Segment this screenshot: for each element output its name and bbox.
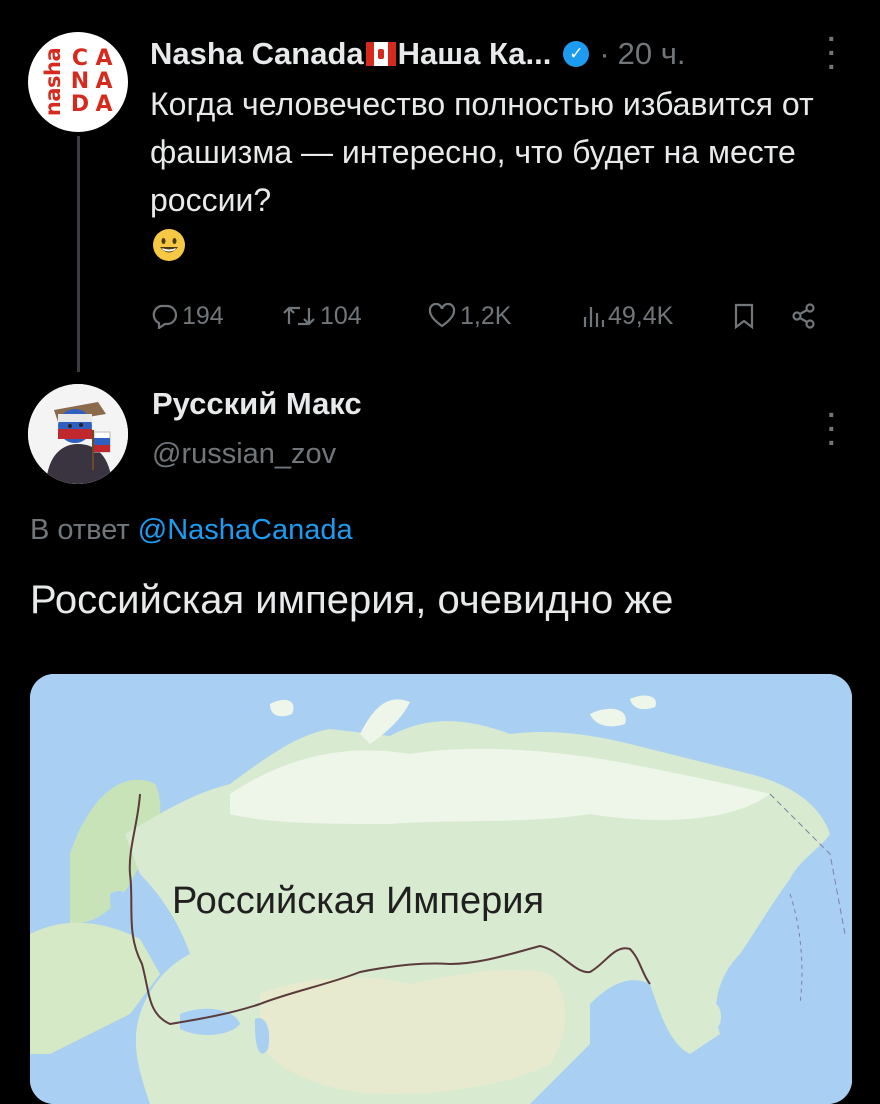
- author-name-suffix[interactable]: Наша Ка...: [398, 36, 552, 72]
- canada-flag-icon: [365, 42, 396, 66]
- like-button[interactable]: 1,2K: [428, 296, 511, 336]
- share-icon: [792, 303, 815, 329]
- nasha-canada-avatar[interactable]: nasha CA NA DA: [28, 32, 128, 132]
- repost-button[interactable]: 104: [282, 296, 362, 336]
- bookmark-button[interactable]: [732, 296, 756, 336]
- views-count: 49,4K: [608, 301, 674, 330]
- tweet1-action-bar: 194 104 1,2K 49,4K: [150, 296, 840, 336]
- share-button[interactable]: [790, 296, 818, 336]
- author-name[interactable]: Nasha Canada: [150, 36, 364, 72]
- map-label: Российская Империя: [172, 880, 545, 922]
- reply-button[interactable]: 194: [150, 296, 224, 336]
- header-separator: ·: [599, 36, 610, 71]
- map-image[interactable]: Российская Империя: [30, 674, 852, 1104]
- reply-mention-link[interactable]: @NashaCanada: [138, 514, 353, 546]
- reply-icon: [152, 304, 178, 329]
- repost-icon: [283, 306, 315, 326]
- avatar-canada-letters: CA NA DA: [70, 46, 113, 117]
- like-count: 1,2K: [460, 301, 512, 330]
- reply-author-handle[interactable]: @russian_zov: [152, 438, 336, 471]
- reply-count: 194: [182, 301, 224, 330]
- repost-count: 104: [320, 301, 362, 330]
- views-button[interactable]: 49,4K: [582, 296, 673, 336]
- russian-max-avatar[interactable]: [28, 384, 128, 484]
- reply-context: В ответ @NashaCanada: [30, 514, 353, 547]
- tweet1-header: Nasha Canada Наша Ка... ✓ · 20 ч.: [150, 34, 686, 74]
- more-options-icon[interactable]: · · ·: [822, 401, 842, 457]
- bookmark-icon: [734, 303, 754, 330]
- reply-author-name[interactable]: Русский Макс: [152, 386, 362, 422]
- views-icon: [583, 307, 604, 327]
- heart-icon: [428, 303, 456, 328]
- tweet-time[interactable]: 20 ч.: [618, 36, 686, 72]
- thread-connector-line: [77, 136, 80, 372]
- reply-text: Российская империя, очевидно же: [30, 578, 674, 622]
- tweet1-text: Когда человечество полностью избавится о…: [150, 86, 814, 218]
- verified-badge-icon[interactable]: ✓: [563, 41, 590, 67]
- smiling-face-emoji: [153, 229, 185, 261]
- reply-prefix: В ответ: [30, 514, 130, 546]
- more-options-icon[interactable]: · · ·: [822, 25, 842, 81]
- avatar-side-text: nasha: [41, 47, 65, 117]
